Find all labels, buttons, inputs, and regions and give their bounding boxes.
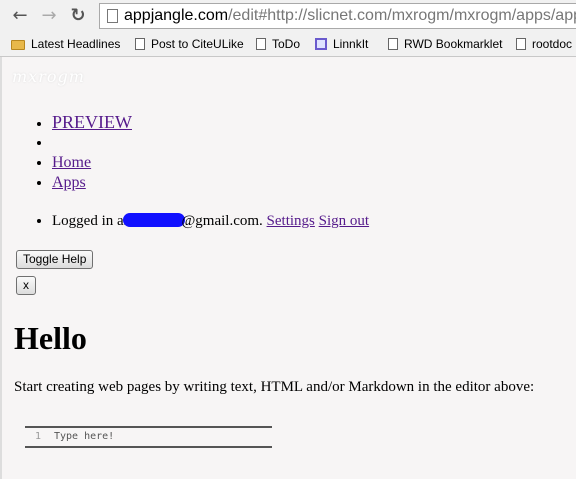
menu-item-empty	[52, 133, 132, 153]
toggle-help-button[interactable]: Toggle Help	[16, 250, 94, 269]
bookmark-post-to-citeulike[interactable]: Post to CiteULike	[135, 36, 244, 52]
bookmarks-bar: Latest Headlines Post to CiteULike ToDo …	[0, 32, 576, 57]
bookmark-latest-headlines[interactable]: Latest Headlines	[11, 36, 120, 52]
account-menu: Logged in as @gmail.com. Settings Sign ou…	[2, 211, 369, 231]
preview-link[interactable]: PREVIEW	[52, 112, 132, 132]
bookmark-todo[interactable]: ToDo	[256, 36, 300, 52]
folder-icon	[11, 40, 25, 50]
account-status: Logged in as @gmail.com. Settings Sign ou…	[52, 211, 369, 231]
main-menu: PREVIEW Home Apps	[2, 111, 132, 193]
settings-link[interactable]: Settings	[267, 213, 315, 229]
reload-icon[interactable]: ↻	[68, 6, 88, 26]
address-bar[interactable]: appjangle.com/edit#http://slicnet.com/mx…	[99, 3, 576, 29]
redacted-email	[123, 213, 186, 227]
page-icon	[107, 9, 118, 23]
site-logo: mxrogm	[12, 67, 85, 86]
back-icon[interactable]: ←	[10, 6, 30, 26]
code-editor[interactable]: 1 Type here!	[25, 426, 272, 448]
logged-in-text: Logged in as	[52, 213, 130, 229]
browser-toolbar: ← → ↻ appjangle.com/edit#http://slicnet.…	[0, 0, 576, 32]
bookmark-linnkit[interactable]: LinnkIt	[315, 36, 368, 52]
page-icon	[516, 38, 526, 50]
page-icon	[388, 38, 398, 50]
page-content: mxrogm PREVIEW Home Apps Logged in as @gm…	[0, 57, 576, 479]
page-icon	[135, 38, 145, 50]
linkit-icon	[315, 38, 327, 50]
page-heading: Hello	[14, 320, 87, 356]
editor-placeholder: Type here!	[54, 431, 115, 442]
sign-out-link[interactable]: Sign out	[319, 213, 369, 229]
home-link[interactable]: Home	[52, 154, 91, 171]
menu-item-home: Home	[52, 153, 132, 173]
close-button[interactable]: x	[16, 276, 36, 295]
bookmark-rootdoc[interactable]: rootdoc	[516, 36, 572, 52]
email-suffix: @gmail.com.	[181, 213, 263, 229]
forward-icon[interactable]: →	[39, 6, 59, 26]
bookmark-rwd-bookmarklet[interactable]: RWD Bookmarklet	[388, 36, 502, 52]
menu-item-preview: PREVIEW	[52, 111, 132, 133]
apps-link[interactable]: Apps	[52, 174, 86, 191]
menu-item-apps: Apps	[52, 173, 132, 193]
intro-text: Start creating web pages by writing text…	[14, 379, 535, 395]
page-icon	[256, 38, 266, 50]
line-number: 1	[35, 431, 42, 442]
url-text: appjangle.com/edit#http://slicnet.com/mx…	[124, 7, 576, 24]
